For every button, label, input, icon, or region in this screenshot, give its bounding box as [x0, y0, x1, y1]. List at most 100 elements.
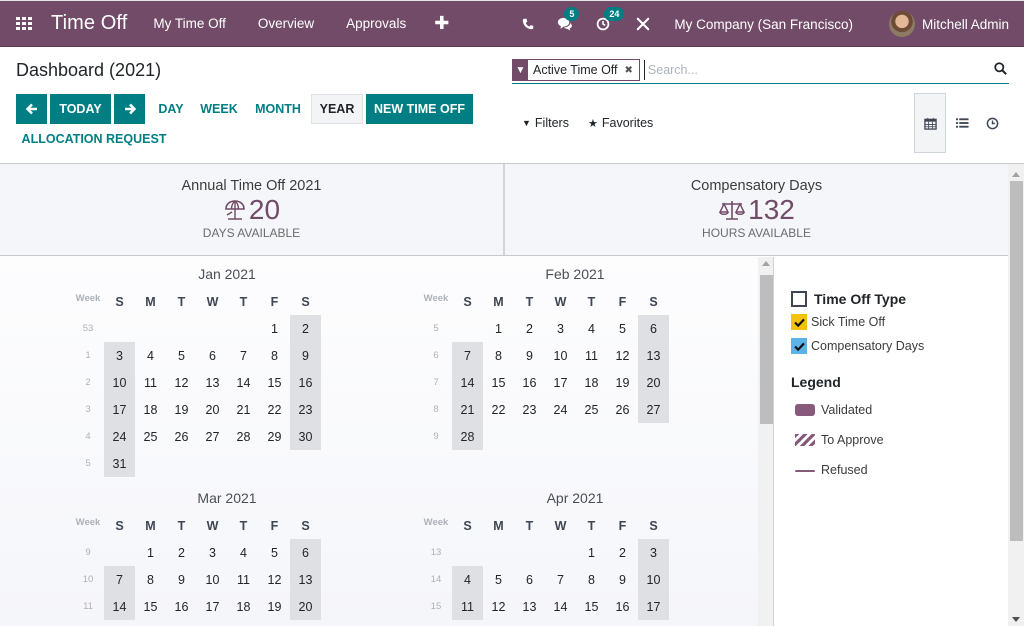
calendar-day[interactable]: 7	[104, 566, 135, 593]
calendar-day[interactable]: 12	[483, 593, 514, 620]
menu-approvals[interactable]: Approvals	[346, 16, 406, 31]
calendar-day[interactable]: 18	[576, 369, 607, 396]
calendar-day[interactable]: 16	[166, 593, 197, 620]
calendar-day[interactable]: 6	[514, 566, 545, 593]
calendar-day[interactable]: 19	[607, 369, 638, 396]
calendar-day[interactable]: 1	[576, 539, 607, 566]
calendar-day[interactable]: 9	[290, 342, 321, 369]
calendar-day[interactable]: 13	[197, 369, 228, 396]
calendar-day[interactable]: 15	[576, 593, 607, 620]
new-time-off-button[interactable]: New Time Off	[366, 94, 473, 124]
calendar-day[interactable]: 20	[638, 369, 669, 396]
calendar-day[interactable]: 26	[166, 423, 197, 450]
calendar-day[interactable]: 17	[104, 396, 135, 423]
allocation-request-button[interactable]: Allocation Request	[16, 124, 172, 154]
calendar-day[interactable]: 12	[259, 566, 290, 593]
calendar-day[interactable]: 4	[576, 315, 607, 342]
calendar-day[interactable]: 8	[483, 342, 514, 369]
calendar-day[interactable]: 23	[290, 396, 321, 423]
today-button[interactable]: Today	[50, 94, 111, 124]
calendar-day[interactable]: 3	[197, 539, 228, 566]
scroll-up-icon[interactable]	[1012, 172, 1020, 177]
calendar-day[interactable]: 5	[483, 566, 514, 593]
compensatory-days-checkbox[interactable]	[791, 338, 807, 354]
user-menu[interactable]: Mitchell Admin	[922, 17, 1009, 32]
calendar-day[interactable]: 14	[104, 593, 135, 620]
calendar-day[interactable]: 16	[290, 369, 321, 396]
scroll-down-icon[interactable]	[1012, 617, 1020, 622]
calendar-day[interactable]: 12	[607, 342, 638, 369]
calendar-day[interactable]: 27	[197, 423, 228, 450]
calendar-day[interactable]: 17	[638, 593, 669, 620]
calendar-day[interactable]: 24	[545, 396, 576, 423]
calendar-day[interactable]: 11	[228, 566, 259, 593]
phone-icon[interactable]	[522, 18, 534, 30]
calendar-day[interactable]: 7	[228, 342, 259, 369]
search-icon[interactable]	[994, 62, 1007, 80]
user-avatar[interactable]	[888, 11, 915, 37]
calendar-day[interactable]: 5	[607, 315, 638, 342]
calendar-day[interactable]: 5	[166, 342, 197, 369]
calendar-day[interactable]: 5	[259, 539, 290, 566]
scale-week-button[interactable]: Week	[197, 94, 241, 124]
calendar-day[interactable]: 4	[135, 342, 166, 369]
scale-year-button[interactable]: Year	[311, 94, 363, 124]
calendar-day[interactable]: 4	[452, 566, 483, 593]
calendar-day[interactable]: 14	[545, 593, 576, 620]
next-button[interactable]	[114, 94, 145, 124]
calendar-day[interactable]: 25	[576, 396, 607, 423]
calendar-day[interactable]: 21	[228, 396, 259, 423]
calendar-day[interactable]: 31	[104, 450, 135, 477]
search-input[interactable]	[643, 60, 974, 80]
previous-button[interactable]	[16, 94, 47, 124]
calendar-day[interactable]: 3	[104, 342, 135, 369]
calendar-day[interactable]: 1	[483, 315, 514, 342]
scroll-up-icon[interactable]	[762, 261, 770, 266]
calendar-day[interactable]: 30	[290, 423, 321, 450]
calendar-day[interactable]: 13	[638, 342, 669, 369]
calendar-day[interactable]: 15	[259, 369, 290, 396]
calendar-day[interactable]: 17	[545, 369, 576, 396]
page-scrollbar[interactable]	[1008, 164, 1024, 626]
calendar-day[interactable]: 29	[259, 423, 290, 450]
calendar-day[interactable]: 1	[259, 315, 290, 342]
messages-icon[interactable]: 5	[556, 7, 580, 31]
calendar-day[interactable]: 23	[514, 396, 545, 423]
calendar-day[interactable]: 14	[452, 369, 483, 396]
calendar-day[interactable]: 13	[290, 566, 321, 593]
calendar-day[interactable]: 3	[638, 539, 669, 566]
activity-view-button[interactable]	[976, 93, 1008, 153]
calendar-day[interactable]: 28	[452, 423, 483, 450]
scrollbar-thumb[interactable]	[1010, 181, 1023, 541]
calendar-day[interactable]: 7	[452, 342, 483, 369]
calendar-day[interactable]: 6	[638, 315, 669, 342]
menu-overview[interactable]: Overview	[258, 16, 314, 31]
calendar-day[interactable]: 4	[228, 539, 259, 566]
calendar-day[interactable]: 10	[104, 369, 135, 396]
calendar-day[interactable]: 6	[290, 539, 321, 566]
calendar-day[interactable]: 16	[514, 369, 545, 396]
calendar-day[interactable]: 22	[483, 396, 514, 423]
calendar-day[interactable]: 15	[135, 593, 166, 620]
calendar-day[interactable]: 2	[514, 315, 545, 342]
debug-tools-icon[interactable]	[636, 17, 650, 31]
remove-facet-icon[interactable]: ✖	[625, 65, 633, 76]
select-all-types-checkbox[interactable]	[791, 291, 807, 307]
calendar-day[interactable]: 8	[135, 566, 166, 593]
calendar-day[interactable]: 18	[228, 593, 259, 620]
favorites-dropdown[interactable]: ★ Favorites	[588, 116, 653, 130]
calendar-day[interactable]: 13	[514, 593, 545, 620]
calendar-day[interactable]: 11	[135, 369, 166, 396]
calendar-day[interactable]: 19	[166, 396, 197, 423]
calendar-day[interactable]: 17	[197, 593, 228, 620]
calendar-day[interactable]: 10	[197, 566, 228, 593]
calendar-view-button[interactable]	[914, 93, 946, 153]
calendar-day[interactable]: 15	[483, 369, 514, 396]
calendar-day[interactable]: 26	[607, 396, 638, 423]
type-filter-sick[interactable]: Sick Time Off	[791, 314, 885, 330]
filters-dropdown[interactable]: ▼ Filters	[522, 116, 569, 130]
calendar-day[interactable]: 11	[576, 342, 607, 369]
sick-time-off-checkbox[interactable]	[791, 314, 807, 330]
scale-month-button[interactable]: Month	[250, 94, 306, 124]
apps-menu-icon[interactable]	[16, 16, 34, 31]
